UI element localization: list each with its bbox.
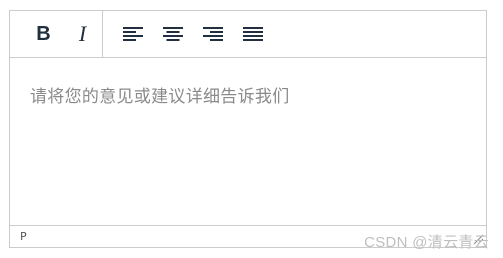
align-center-button[interactable]: [153, 16, 193, 52]
rich-text-editor: B I 请将您的意见或建议详细告诉我们 P: [9, 10, 487, 248]
align-left-icon: [123, 27, 143, 41]
align-justify-button[interactable]: [233, 16, 273, 52]
align-justify-icon: [243, 27, 263, 41]
align-left-button[interactable]: [113, 16, 153, 52]
bold-icon: B: [36, 22, 51, 45]
editor-placeholder: 请将您的意见或建议详细告诉我们: [30, 87, 290, 107]
align-right-button[interactable]: [193, 16, 233, 52]
align-right-icon: [203, 27, 223, 41]
editor-toolbar: B I: [10, 11, 486, 58]
bold-button[interactable]: B: [24, 16, 63, 52]
watermark-text: CSDN @清云青云: [364, 234, 489, 251]
align-center-icon: [163, 27, 183, 41]
element-path[interactable]: P: [20, 230, 27, 243]
editor-content-area[interactable]: 请将您的意见或建议详细告诉我们: [10, 58, 486, 226]
italic-button[interactable]: I: [63, 16, 102, 52]
align-button-group: [103, 11, 273, 57]
format-button-group: B I: [10, 11, 103, 57]
italic-icon: I: [78, 21, 87, 46]
